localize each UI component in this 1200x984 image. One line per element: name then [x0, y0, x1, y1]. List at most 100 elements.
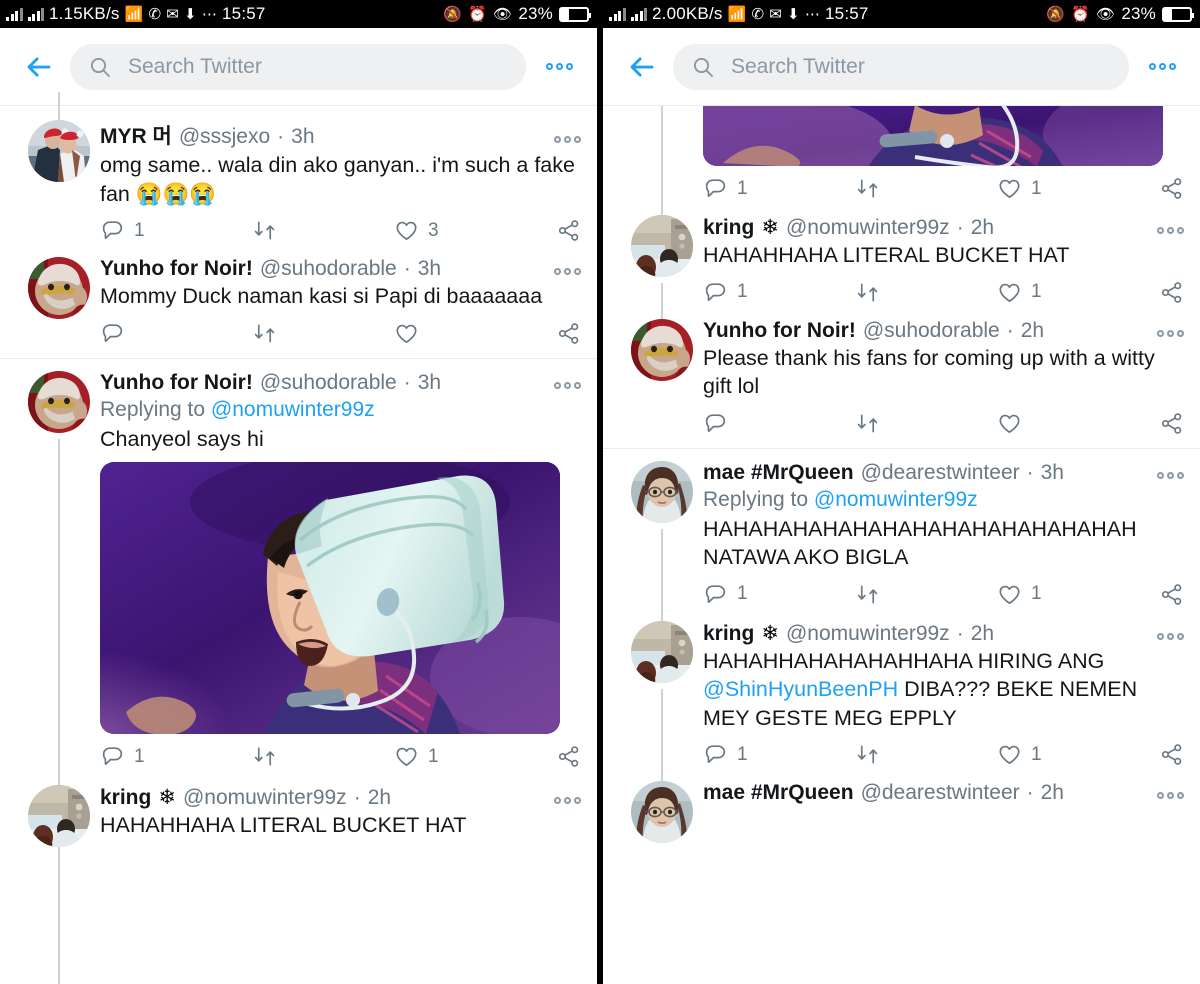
tweet-myr[interactable]: MYR 머 @sssjexo · 3h omg same.. wala din …	[0, 92, 597, 255]
retweet-button[interactable]	[855, 411, 997, 436]
like-button[interactable]	[394, 321, 540, 346]
like-count: 1	[1031, 281, 1042, 303]
avatar[interactable]	[28, 371, 90, 433]
share-button[interactable]	[1159, 582, 1184, 607]
tweet-overflow-icon[interactable]	[544, 795, 581, 806]
tweet-overflow-icon[interactable]	[1147, 225, 1184, 236]
heart-icon	[997, 280, 1022, 305]
tweet-actions	[703, 411, 1184, 444]
retweet-button[interactable]	[252, 321, 394, 346]
tweet-overflow-icon[interactable]	[1147, 328, 1184, 339]
display-name[interactable]: Yunho for Noir!	[703, 319, 856, 343]
timestamp: 2h	[970, 216, 995, 239]
share-button[interactable]	[1159, 742, 1184, 767]
reply-button[interactable]: 1	[703, 280, 855, 305]
retweet-button[interactable]	[855, 280, 997, 305]
back-arrow-icon[interactable]	[22, 50, 56, 84]
back-arrow-icon[interactable]	[625, 50, 659, 84]
tweet-yunho-thank-fans[interactable]: Yunho for Noir! @suhodorable · 2h Please…	[603, 317, 1200, 448]
handle[interactable]: @dearestwinteer	[861, 781, 1020, 805]
alarm-icon: ⏰	[1071, 5, 1091, 23]
like-button[interactable]: 1	[997, 582, 1143, 607]
like-button[interactable]: 1	[997, 742, 1143, 767]
handle[interactable]: @sssjexo	[179, 125, 270, 149]
avatar[interactable]	[631, 781, 693, 843]
reply-button[interactable]: 1	[703, 742, 855, 767]
tweet-mae-natawa[interactable]: mae #MrQueen @dearestwinteer · 3h Replyi…	[603, 449, 1200, 639]
retweet-button[interactable]	[855, 176, 997, 201]
tweet-overflow-icon[interactable]	[1147, 470, 1184, 481]
display-name[interactable]: kring	[100, 786, 151, 810]
retweet-button[interactable]	[855, 742, 997, 767]
tweet-kring-hiring[interactable]: kring ❄ @nomuwinter99z · 2h HAHAHHAHAHAH…	[603, 619, 1200, 824]
reply-button[interactable]: 1	[100, 744, 252, 769]
retweet-button[interactable]	[855, 582, 997, 607]
tweet-mention[interactable]: @ShinHyunBeenPH	[703, 677, 898, 701]
tweet-overflow-icon[interactable]	[544, 134, 581, 145]
display-name[interactable]: Yunho for Noir!	[100, 257, 253, 281]
reply-button[interactable]: 1	[703, 582, 855, 607]
share-button[interactable]	[1159, 411, 1184, 436]
avatar[interactable]	[631, 215, 693, 277]
download-icon: ⬇	[184, 5, 197, 23]
replying-to-mention[interactable]: @nomuwinter99z	[211, 398, 375, 421]
search-input[interactable]: Search Twitter	[673, 43, 1129, 90]
like-count: 1	[1031, 583, 1042, 605]
snowflake-icon: ❄	[158, 786, 176, 810]
tweet-overflow-icon[interactable]	[1147, 790, 1184, 801]
like-button[interactable]: 1	[997, 280, 1143, 305]
avatar[interactable]	[28, 120, 90, 182]
tweet-photo[interactable]	[100, 462, 560, 735]
handle[interactable]: @dearestwinteer	[861, 461, 1020, 485]
tweet-overflow-icon[interactable]	[544, 380, 581, 391]
handle[interactable]: @nomuwinter99z	[183, 786, 347, 810]
handle[interactable]: @nomuwinter99z	[786, 216, 950, 240]
reply-button[interactable]	[703, 411, 855, 436]
avatar[interactable]	[28, 785, 90, 847]
share-button[interactable]	[556, 218, 581, 243]
tweet-kring-bucket-hat[interactable]: kring ❄ @nomuwinter99z · 2h HAHAHHAHA LI…	[603, 209, 1200, 343]
like-button[interactable]	[997, 411, 1143, 436]
like-button[interactable]: 1	[997, 176, 1143, 201]
handle[interactable]: @nomuwinter99z	[786, 622, 950, 646]
like-button[interactable]: 3	[394, 218, 540, 243]
overflow-dots-icon[interactable]	[540, 57, 579, 76]
share-button[interactable]	[556, 321, 581, 346]
display-name[interactable]: MYR 머	[100, 120, 172, 150]
retweet-button[interactable]	[252, 744, 394, 769]
reply-button[interactable]: 1	[100, 218, 252, 243]
display-name[interactable]: mae #MrQueen	[703, 461, 854, 485]
handle[interactable]: @suhodorable	[260, 371, 397, 395]
avatar[interactable]	[631, 319, 693, 381]
share-button[interactable]	[1159, 280, 1184, 305]
replying-to-mention[interactable]: @nomuwinter99z	[814, 488, 978, 511]
viber-icon: ✆	[751, 5, 765, 23]
share-button[interactable]	[556, 744, 581, 769]
reply-button[interactable]	[100, 321, 252, 346]
handle[interactable]: @suhodorable	[863, 319, 1000, 343]
search-input[interactable]: Search Twitter	[70, 43, 526, 90]
like-button[interactable]: 1	[394, 744, 540, 769]
like-count: 1	[1031, 177, 1042, 199]
avatar[interactable]	[28, 257, 90, 319]
overflow-dots-icon[interactable]	[1143, 57, 1182, 76]
share-button[interactable]	[1159, 176, 1184, 201]
retweet-button[interactable]	[252, 218, 394, 243]
display-name[interactable]: Yunho for Noir!	[100, 371, 253, 395]
tweet-overflow-icon[interactable]	[544, 266, 581, 277]
avatar[interactable]	[631, 621, 693, 683]
tweet-photo[interactable]	[703, 106, 1163, 166]
display-name[interactable]: kring	[703, 622, 754, 646]
display-name[interactable]: kring	[703, 216, 754, 240]
tweet-chanyeol-says-hi[interactable]: Yunho for Noir! @suhodorable · 3h Replyi…	[0, 359, 597, 984]
handle[interactable]: @suhodorable	[260, 257, 397, 281]
tweet-kring-bucket-hat[interactable]: kring ❄ @nomuwinter99z · 2h HAHAHHAHA LI…	[0, 781, 597, 851]
tweet-overflow-icon[interactable]	[1147, 631, 1184, 642]
share-icon	[1159, 742, 1184, 767]
avatar[interactable]	[631, 461, 693, 523]
reply-button[interactable]: 1	[703, 176, 855, 201]
tweet-yunho-mommyduck[interactable]: Yunho for Noir! @suhodorable · 3h Mommy …	[0, 255, 597, 358]
display-name[interactable]: mae #MrQueen	[703, 781, 854, 805]
tweet-photo-cropped[interactable]: 1 1	[603, 106, 1200, 226]
tweet-mae-cutoff[interactable]: mae #MrQueen @dearestwinteer · 2h	[603, 779, 1200, 847]
